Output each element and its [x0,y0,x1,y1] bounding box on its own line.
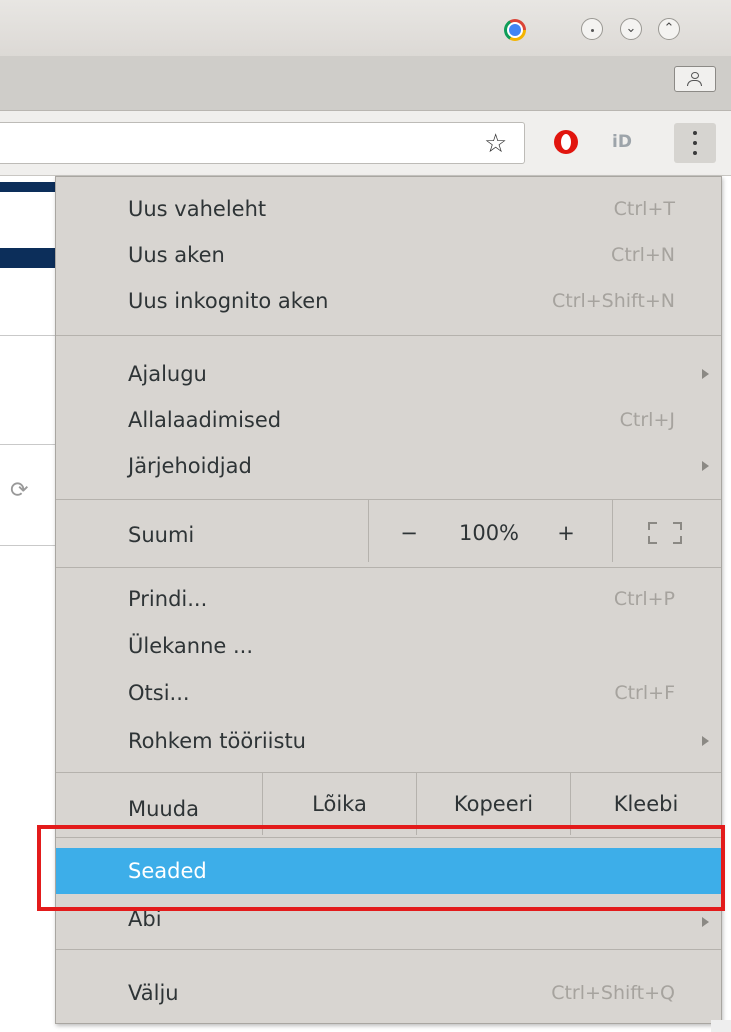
menu-separator [56,837,721,838]
menu-item-label: Allalaadimised [128,408,282,432]
vertical-divider [368,500,369,562]
menu-item-bookmarks[interactable]: Järjehoidjad [56,443,721,489]
menu-item-downloads[interactable]: Allalaadimised Ctrl+J [56,397,721,443]
submenu-arrow-icon [702,736,709,746]
menu-separator [56,335,721,336]
page-divider [0,444,60,445]
address-bar[interactable] [0,122,525,164]
menu-item-label: Välju [128,981,179,1005]
chrome-logo-icon [504,19,526,41]
tab-strip [0,56,731,111]
submenu-arrow-icon [702,461,709,471]
scrollbar-corner [711,1020,731,1032]
paste-button[interactable]: Kleebi [571,773,721,835]
menu-item-exit[interactable]: Välju Ctrl+Shift+Q [56,970,721,1016]
menu-item-new-window[interactable]: Uus aken Ctrl+N [56,232,721,278]
zoom-label: Suumi [128,523,195,547]
star-icon[interactable]: ☆ [484,129,507,159]
minimize-icon[interactable] [581,18,603,40]
menu-row-zoom: Suumi − 100% + [56,500,721,562]
copy-button[interactable]: Kopeeri [417,773,570,835]
menu-item-history[interactable]: Ajalugu [56,351,721,397]
menu-item-label: Rohkem tööriistu [128,729,306,753]
menu-shortcut: Ctrl+J [619,409,675,431]
menu-item-label: Abi [128,907,162,931]
menu-shortcut: Ctrl+Shift+Q [551,982,675,1004]
maximize-icon[interactable]: ⌄ [620,18,642,40]
kebab-menu-icon[interactable] [674,123,716,163]
menu-separator [56,949,721,950]
menu-item-settings[interactable]: Seaded [56,848,721,894]
opera-icon[interactable] [554,130,578,154]
id-icon[interactable]: iD [612,132,632,152]
menu-item-new-tab[interactable]: Uus vaheleht Ctrl+T [56,186,721,232]
menu-item-label: Ülekanne ... [128,634,254,658]
page-header-bar [0,182,60,192]
menu-item-new-incognito[interactable]: Uus inkognito aken Ctrl+Shift+N [56,278,721,324]
zoom-out-button[interactable]: − [388,504,430,562]
submenu-arrow-icon [702,369,709,379]
vertical-divider [612,500,613,562]
chrome-main-menu: Uus vaheleht Ctrl+T Uus aken Ctrl+N Uus … [55,176,722,1024]
menu-item-help[interactable]: Abi [56,903,721,943]
page-nav-bar [0,248,60,268]
menu-item-label: Uus inkognito aken [128,289,329,313]
menu-shortcut: Ctrl+T [613,198,675,220]
menu-shortcut: Ctrl+N [611,244,675,266]
menu-shortcut: Ctrl+Shift+N [551,290,675,312]
page-divider [0,545,60,546]
menu-item-find[interactable]: Otsi... Ctrl+F [56,670,721,716]
menu-item-label: Seaded [128,859,207,883]
menu-separator [56,567,721,568]
reload-icon[interactable]: ⟳ [10,478,28,503]
menu-shortcut: Ctrl+P [613,588,675,610]
edit-label: Muuda [128,797,199,821]
close-icon[interactable]: ⌃ [658,18,680,40]
menu-item-label: Uus aken [128,243,225,267]
menu-shortcut: Ctrl+F [614,682,675,704]
menu-item-print[interactable]: Prindi... Ctrl+P [56,576,721,622]
fullscreen-icon[interactable] [648,522,682,544]
menu-item-label: Ajalugu [128,362,207,386]
page-divider [0,335,60,336]
menu-item-label: Prindi... [128,587,208,611]
cut-button[interactable]: Lõika [263,773,416,835]
menu-item-label: Otsi... [128,681,190,705]
zoom-level: 100% [458,521,520,545]
zoom-in-button[interactable]: + [546,504,586,562]
menu-item-more-tools[interactable]: Rohkem tööriistu [56,718,721,764]
menu-item-label: Järjehoidjad [128,454,252,478]
menu-item-cast[interactable]: Ülekanne ... [56,623,721,669]
menu-item-label: Uus vaheleht [128,197,267,221]
submenu-arrow-icon [702,917,709,927]
profile-button[interactable] [674,66,716,92]
window-titlebar: ⌄ ⌃ [0,0,731,56]
menu-row-edit: Muuda Lõika Kopeeri Kleebi [56,773,721,835]
